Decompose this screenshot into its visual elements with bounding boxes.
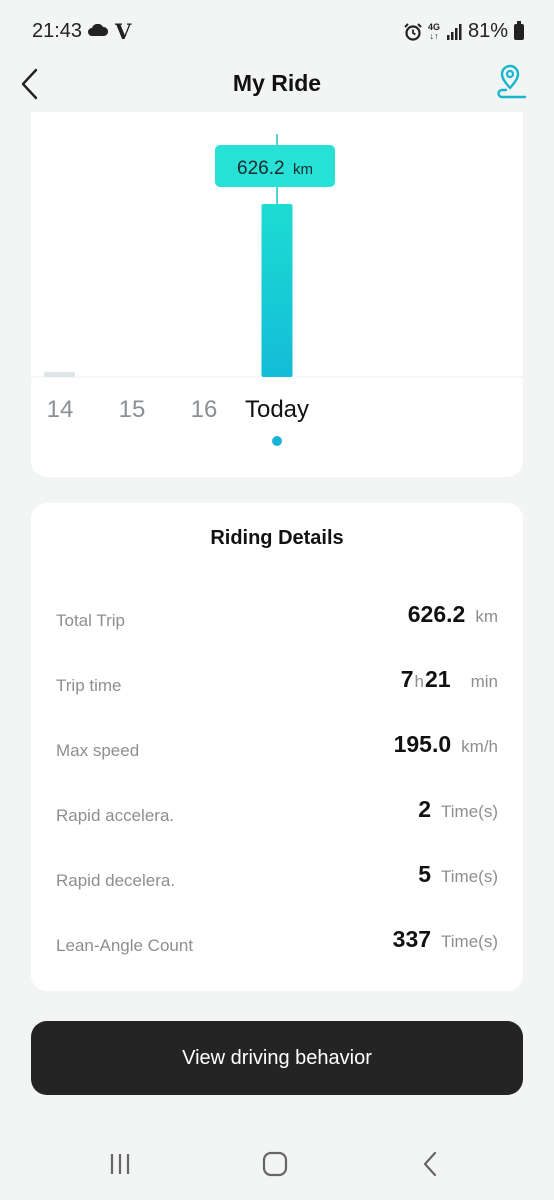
chart-bar-14[interactable] xyxy=(44,372,75,377)
tooltip-unit: km xyxy=(293,161,313,178)
network-type: 4G ↓↑ xyxy=(427,21,440,41)
day-label-14[interactable]: 14 xyxy=(47,396,74,424)
signal-icon xyxy=(446,23,462,40)
status-time: 21:43 xyxy=(32,20,83,42)
day-label-today[interactable]: Today xyxy=(245,396,309,424)
home-icon xyxy=(262,1151,288,1177)
bar-tooltip: 626.2 km xyxy=(215,145,335,187)
home-button[interactable] xyxy=(255,1146,295,1182)
detail-row-rapid-acceleration: Rapid accelera. 2 Time(s) xyxy=(31,796,523,836)
detail-row-lean-angle: Lean-Angle Count 337 Time(s) xyxy=(31,926,523,966)
back-icon xyxy=(423,1151,437,1177)
detail-label: Total Trip xyxy=(56,611,125,630)
recent-apps-button[interactable] xyxy=(100,1146,140,1182)
detail-row-trip-time: Trip time 7 h 21 min xyxy=(31,666,523,706)
riding-details-card: Riding Details Total Trip 626.2 km Trip … xyxy=(31,503,523,991)
detail-label: Rapid accelera. xyxy=(56,806,175,825)
detail-value: 337 Time(s) xyxy=(392,926,498,952)
alarm-icon xyxy=(404,22,422,41)
detail-value: 626.2 km xyxy=(407,601,498,627)
route-map-button[interactable] xyxy=(496,64,528,102)
detail-value: 5 Time(s) xyxy=(418,861,498,887)
system-back-button[interactable] xyxy=(410,1146,450,1182)
system-nav-bar xyxy=(0,1128,554,1200)
cloud-icon xyxy=(88,24,108,36)
recent-apps-icon xyxy=(110,1154,130,1174)
detail-value: 195.0 km/h xyxy=(393,731,498,757)
detail-row-total-trip: Total Trip 626.2 km xyxy=(31,601,523,641)
day-labels: 14 15 16 Today xyxy=(31,396,523,436)
battery-icon xyxy=(514,20,524,40)
chart-bar-today[interactable] xyxy=(261,204,293,377)
status-indicators: 4G ↓↑ 81% xyxy=(404,20,524,43)
day-label-15[interactable]: 15 xyxy=(119,396,146,424)
page-title: My Ride xyxy=(232,70,322,96)
details-title: Riding Details xyxy=(210,527,344,549)
svg-text:626.2 km: 626.2 km xyxy=(237,158,313,179)
distance-bar-chart[interactable]: 626.2 km xyxy=(31,112,523,396)
battery-percent: 81% xyxy=(467,20,508,42)
detail-label: Rapid decelera. xyxy=(56,871,176,890)
ride-chart-card: 626.2 km 14 15 16 Today xyxy=(31,112,523,477)
detail-value: 7 h 21 min xyxy=(400,666,498,692)
status-bar: 21:43 V 4G ↓↑ 81% xyxy=(0,0,554,62)
detail-value: 2 Time(s) xyxy=(418,796,498,822)
detail-row-max-speed: Max speed 195.0 km/h xyxy=(31,731,523,771)
detail-label: Lean-Angle Count xyxy=(56,936,194,955)
detail-label: Trip time xyxy=(56,676,122,695)
detail-row-rapid-deceleration: Rapid decelera. 5 Time(s) xyxy=(31,861,523,901)
app-header: My Ride xyxy=(0,62,554,106)
day-label-16[interactable]: 16 xyxy=(191,396,218,424)
route-pin-icon xyxy=(497,64,527,99)
selected-day-indicator xyxy=(272,436,282,446)
carrier-icon: V xyxy=(115,19,132,44)
detail-label: Max speed xyxy=(56,741,140,760)
view-driving-behavior-button[interactable]: View driving behavior xyxy=(31,1021,523,1095)
tooltip-value: 626.2 xyxy=(237,158,285,179)
